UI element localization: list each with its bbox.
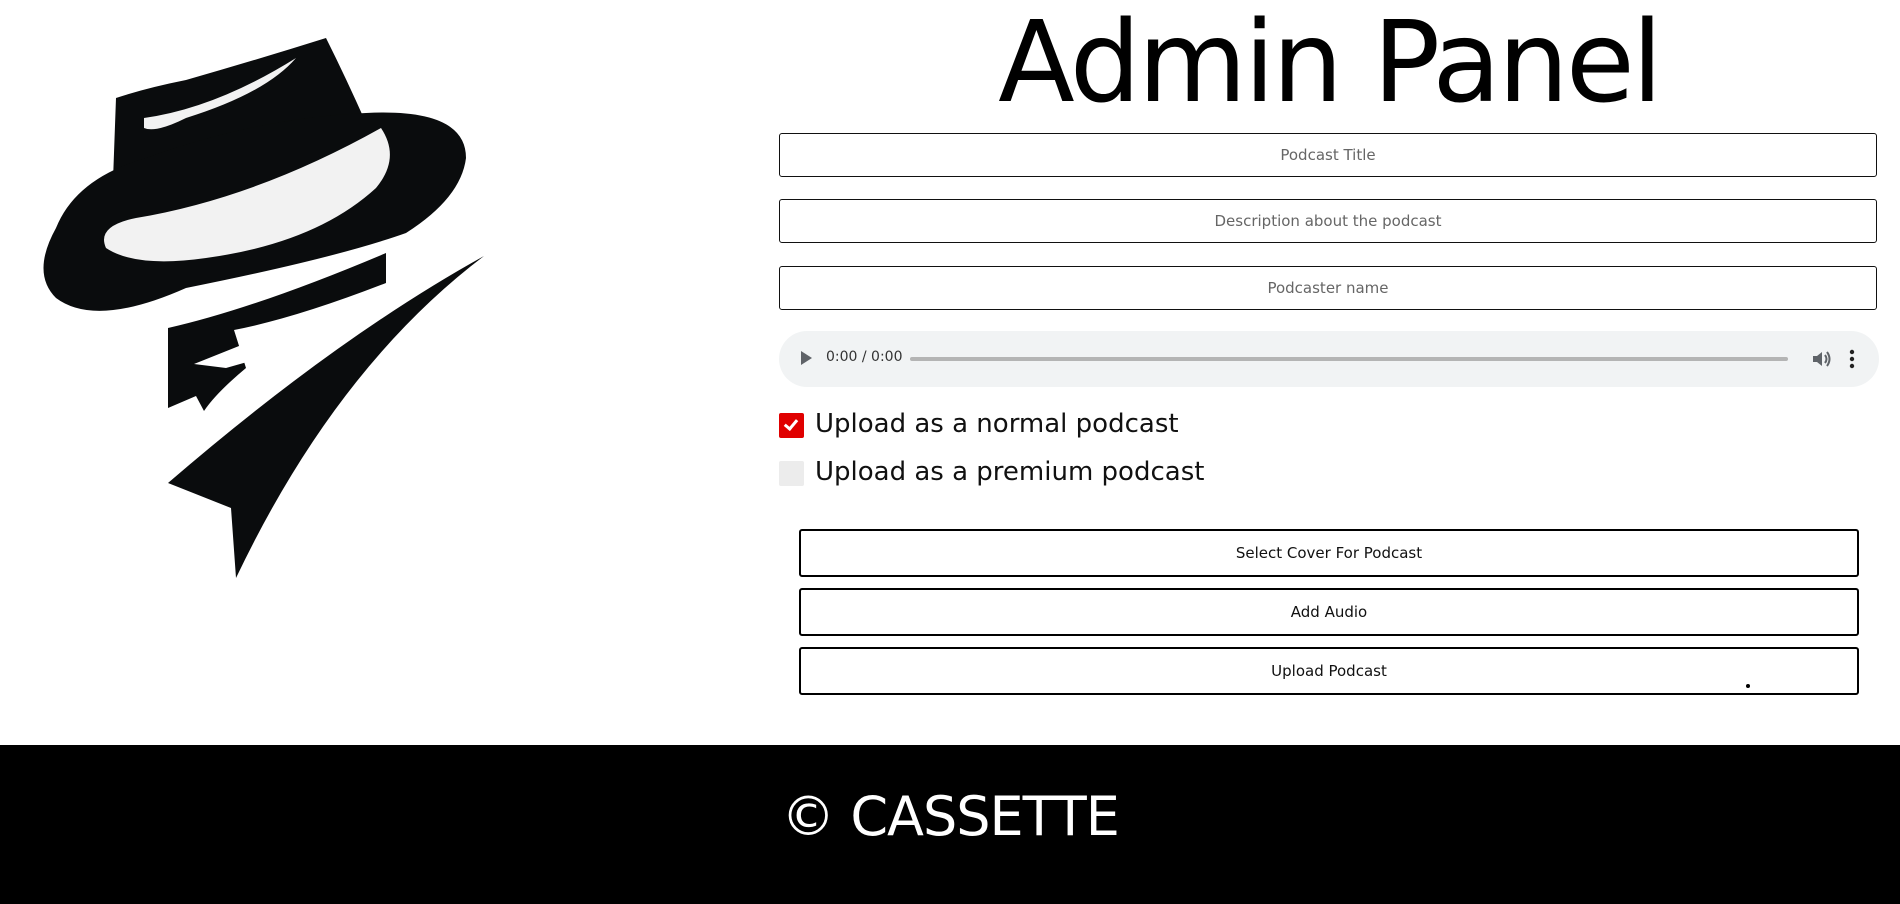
select-cover-button[interactable]: Select Cover For Podcast: [799, 529, 1859, 577]
more-options-icon[interactable]: [1849, 349, 1855, 369]
add-audio-button[interactable]: Add Audio: [799, 588, 1859, 636]
podcaster-name-input[interactable]: [779, 266, 1877, 310]
premium-podcast-checkbox[interactable]: [779, 461, 804, 486]
volume-icon[interactable]: [1811, 349, 1833, 369]
audio-time: 0:00 / 0:00: [826, 349, 903, 365]
footer-copyright: © CASSETTE: [781, 785, 1120, 848]
page-title: Admin Panel: [998, 0, 1663, 128]
normal-podcast-label: Upload as a normal podcast: [815, 409, 1179, 439]
podcast-description-input[interactable]: [779, 199, 1877, 243]
fedora-man-logo: [43, 38, 484, 578]
podcast-title-input[interactable]: [779, 133, 1877, 177]
play-icon[interactable]: [801, 351, 812, 365]
footer: © CASSETTE: [0, 745, 1900, 904]
normal-podcast-checkbox[interactable]: [779, 413, 804, 438]
audio-player: 0:00 / 0:00: [779, 331, 1879, 387]
upload-podcast-button[interactable]: Upload Podcast: [799, 647, 1859, 695]
premium-podcast-label: Upload as a premium podcast: [815, 457, 1205, 487]
cursor-dot: [1746, 684, 1750, 688]
audio-progress-track[interactable]: [910, 357, 1788, 361]
